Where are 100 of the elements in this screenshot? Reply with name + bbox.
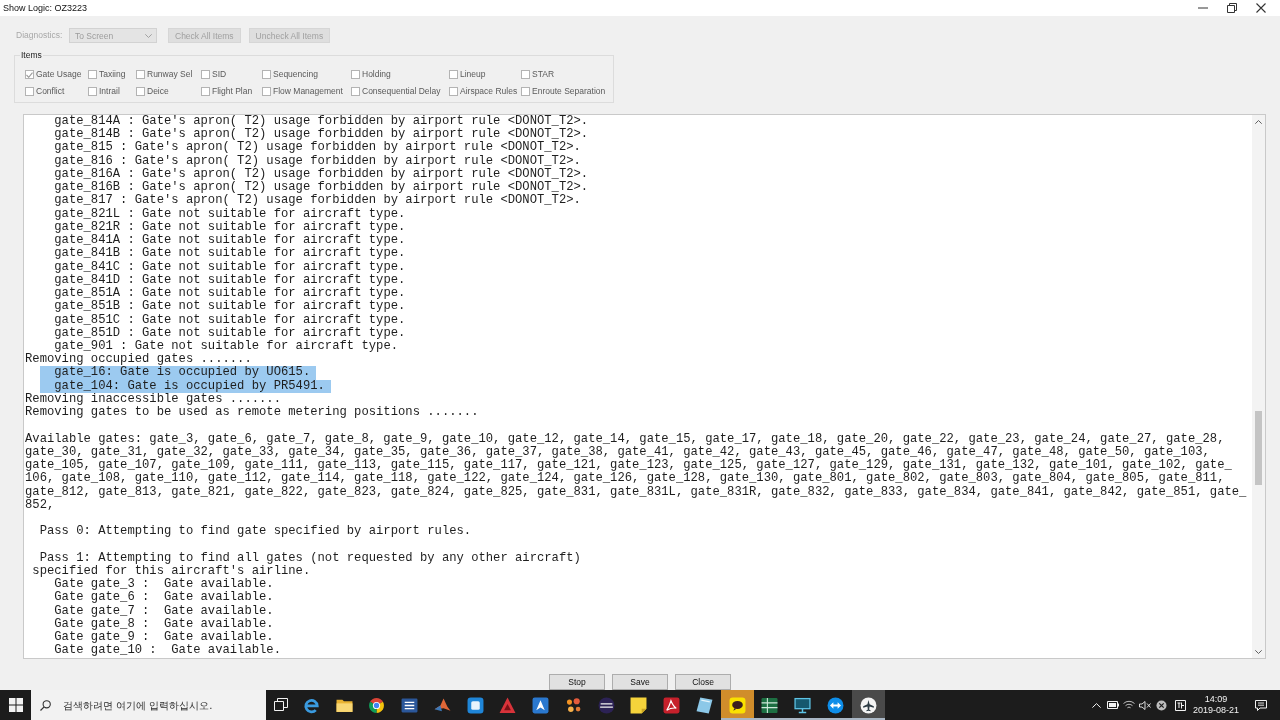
log-line: Gate gate_7 : Gate available. (54, 604, 274, 618)
checkmark-icon (26, 71, 33, 78)
log-line: gate_851A : Gate not suitable for aircraft type. (54, 287, 406, 301)
vertical-scrollbar[interactable] (1252, 115, 1265, 658)
search-field[interactable]: 검색하려면 여기에 입력하십시오. (31, 690, 266, 720)
four-panes-icon[interactable] (8, 698, 23, 712)
log-line: gate_821R : Gate not suitable for aircraft type. (54, 220, 406, 234)
log-line: gate_816 : Gate's apron( T2) usage forbidden by airport rule <DONOT_T2>. (54, 154, 581, 168)
checkbox-label: Flight Plan (212, 86, 253, 97)
checkbox[interactable] (201, 70, 210, 79)
log-line: gate_812, gate_813, gate_821, gate_822, gate_823, gate_824, gate_825, gate_831, gate_831L, gate_831R, gate_832, gate_833, gate_834, gate_841, gate_842, gate_851, gate_ (25, 485, 1247, 499)
checkbox[interactable] (88, 87, 97, 96)
checkbox[interactable] (136, 70, 145, 79)
log-line: gate_851B : Gate not suitable for aircraft type. (54, 300, 406, 314)
log-line: 852, (25, 498, 55, 513)
checkbox[interactable] (262, 87, 271, 96)
clock-time: 14:09 (1204, 694, 1228, 705)
app-tile-icon (466, 696, 484, 714)
clock-date: 2019-08-21 (1192, 705, 1239, 716)
checkbox-label: Holding (362, 69, 391, 80)
checkbox[interactable] (449, 70, 458, 79)
checkbox-label: Sequencing (273, 69, 318, 80)
checkbox[interactable] (521, 70, 530, 79)
scrollbar-thumb[interactable] (1255, 411, 1262, 485)
notification-icon[interactable] (1254, 699, 1267, 711)
log-line: gate_851D : Gate not suitable for aircraft type. (54, 326, 406, 340)
document-tile-icon (401, 696, 419, 714)
checkbox[interactable] (88, 70, 97, 79)
taskbar-app-button[interactable] (851, 690, 885, 720)
search-icon (40, 699, 51, 711)
log-line: gate_841B : Gate not suitable for aircraft type. (54, 247, 406, 261)
e-icon (302, 696, 320, 714)
checkbox-label: SID (212, 69, 227, 80)
checkbox-label: Consequential Delay (362, 86, 441, 97)
muted-speaker-icon[interactable] (1139, 700, 1151, 710)
speech-bubble-icon (728, 696, 746, 714)
diagnostics-label: Diagnostics: (16, 30, 64, 41)
log-line: Gate gate_8 : Gate available. (54, 617, 274, 631)
log-line: Pass 1: Attempting to find all gates (not requested by any other aircraft) (39, 551, 581, 565)
log-line: Pass 0: Attempting to find gate specified by airport rules. (39, 525, 472, 539)
log-line: gate_841C : Gate not suitable for aircraft type. (54, 260, 406, 274)
checkbox[interactable] (449, 87, 458, 96)
window-title: Show Logic: OZ3223 (3, 2, 88, 14)
battery-icon[interactable] (1107, 701, 1119, 709)
log-line: gate_814A : Gate's apron( T2) usage forbidden by airport rule <DONOT_T2>. (54, 115, 589, 128)
checkbox-label: Deice (147, 86, 169, 97)
checkbox[interactable] (262, 70, 271, 79)
arrow-tile-icon (532, 696, 550, 714)
checkbox[interactable] (136, 87, 145, 96)
checkbox-label: Runway Sel (147, 69, 193, 80)
taskbar-app-button[interactable] (720, 690, 754, 720)
dialog-button[interactable]: Save (612, 674, 668, 690)
spreadsheet-tile-icon (761, 696, 779, 714)
input-method-icon[interactable] (1174, 699, 1186, 711)
log-line: gate_814B : Gate's apron( T2) usage forbidden by airport rule <DONOT_T2>. (54, 128, 589, 142)
dialog-button[interactable]: Stop (549, 674, 605, 690)
triangle-icon (499, 696, 517, 714)
log-line: gate_841D : Gate not suitable for aircraft type. (54, 273, 406, 287)
log-line: Gate gate_9 : Gate available. (54, 631, 274, 645)
checkbox[interactable] (25, 70, 34, 79)
wifi-icon[interactable] (1123, 700, 1135, 710)
log-line: Removing inaccessible gates ....... (25, 392, 281, 406)
log-line: gate_816A : Gate's apron( T2) usage forbidden by airport rule <DONOT_T2>. (54, 167, 589, 181)
log-line: gate_821L : Gate not suitable for aircraft type. (54, 207, 406, 221)
peak-icon (433, 696, 451, 714)
monitor-icon (794, 696, 812, 714)
striped-circle-icon (597, 696, 615, 714)
checkbox[interactable] (351, 70, 360, 79)
sticky-note-icon (630, 696, 648, 714)
airplane-icon (859, 696, 877, 714)
checkbox-label: Intrail (99, 86, 120, 97)
restore-icon[interactable] (1226, 3, 1237, 13)
window-stack-icon[interactable] (273, 698, 288, 712)
log-line: gate_815 : Gate's apron( T2) usage forbidden by airport rule <DONOT_T2>. (54, 141, 581, 155)
checkbox-label: Gate Usage (36, 69, 82, 80)
log-line: gate_851C : Gate not suitable for aircraft type. (54, 313, 406, 327)
log-line: gate_817 : Gate's apron( T2) usage forbidden by airport rule <DONOT_T2>. (54, 194, 581, 208)
dots-icon (564, 696, 582, 714)
chevron-down-icon[interactable] (1255, 649, 1262, 654)
checkbox[interactable] (521, 87, 530, 96)
minimize-icon[interactable] (1197, 7, 1208, 9)
checkbox[interactable] (201, 87, 210, 96)
log-line: Gate gate_10 : Gate available. (54, 644, 281, 658)
log-line: Removing gates to be used as remote metering positions ....... (25, 406, 479, 420)
dialog-button[interactable]: Close (675, 674, 731, 690)
log-line: Gate gate_3 : Gate available. (54, 578, 274, 592)
checkbox[interactable] (351, 87, 360, 96)
log-line: gate_841A : Gate not suitable for aircraft type. (54, 234, 406, 248)
log-line: Removing occupied gates ....... (25, 353, 252, 367)
glass-pane-icon (695, 696, 713, 714)
checkbox[interactable] (25, 87, 34, 96)
close-icon[interactable] (1255, 3, 1266, 13)
chevron-down-icon (145, 33, 152, 38)
circle-x-icon[interactable] (1155, 699, 1167, 711)
log-line: Available gates: gate_3, gate_6, gate_7, gate_8, gate_9, gate_10, gate_12, gate_14, gate_15, gate_17, gate_18, gate_20, gate_22, gate_23, gate_24, gate_27, gate_28, (25, 432, 1225, 446)
swirl-tile-icon (663, 696, 681, 714)
log-line: specified for this aircraft's airline. (32, 564, 311, 578)
checkbox-label: Enroute Separation (532, 86, 606, 97)
checkbox-label: Taxiing (99, 69, 126, 80)
group-title: Items (20, 50, 43, 60)
